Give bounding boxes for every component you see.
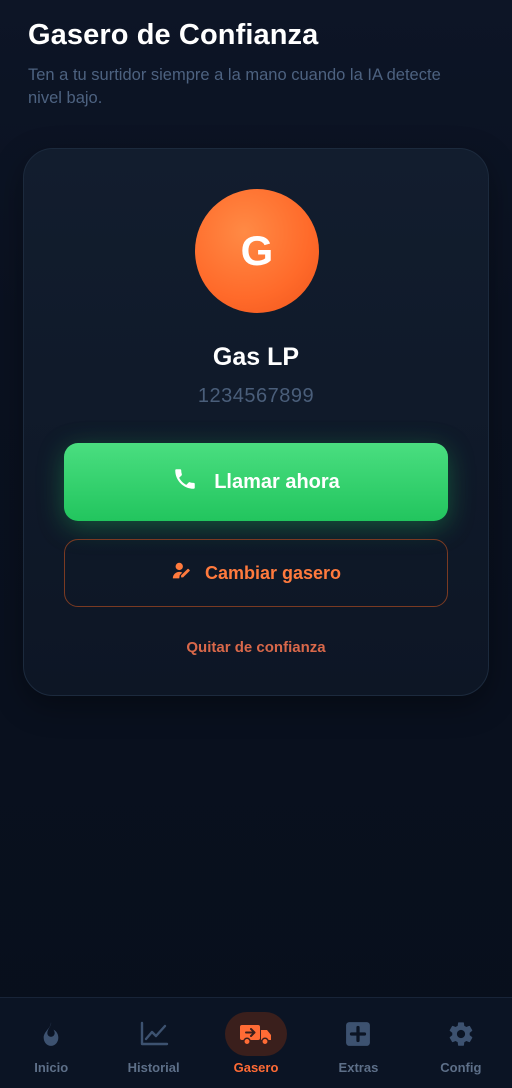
header: Gasero de Confianza Ten a tu surtidor si…: [0, 0, 512, 110]
gasero-card: G Gas LP 1234567899 Llamar ahora Cambiar…: [23, 148, 489, 696]
nav-label-inicio: Inicio: [34, 1060, 69, 1075]
nav-label-historial: Historial: [127, 1060, 180, 1075]
nav-item-historial[interactable]: Historial: [102, 998, 204, 1088]
chart-line-icon: [123, 1012, 185, 1056]
nav-label-extras: Extras: [338, 1060, 379, 1075]
truck-icon: [225, 1012, 288, 1056]
avatar: G: [195, 189, 319, 313]
call-button-label: Llamar ahora: [214, 470, 340, 493]
user-edit-icon: [171, 560, 193, 587]
change-gasero-button[interactable]: Cambiar gasero: [64, 539, 448, 607]
nav-label-config: Config: [440, 1060, 482, 1075]
gasero-name: Gas LP: [212, 343, 300, 371]
remove-trusted-link[interactable]: Quitar de confianza: [24, 639, 488, 656]
gear-icon: [430, 1012, 492, 1056]
flame-icon: [20, 1012, 82, 1056]
page-title: Gasero de Confianza: [28, 19, 319, 51]
nav-item-gasero[interactable]: Gasero: [205, 998, 307, 1088]
nav-item-config[interactable]: Config: [410, 998, 512, 1088]
phone-icon: [172, 466, 198, 498]
avatar-initial: G: [240, 227, 274, 274]
gasero-phone: 1234567899: [197, 385, 315, 407]
plus-square-icon: [327, 1012, 389, 1056]
change-gasero-label: Cambiar gasero: [204, 562, 342, 583]
screen: Gasero de Confianza Ten a tu surtidor si…: [0, 0, 512, 1088]
page-subtitle: Ten a tu surtidor siempre a la mano cuan…: [28, 66, 441, 107]
nav-label-gasero: Gasero: [233, 1060, 279, 1075]
call-button[interactable]: Llamar ahora: [64, 443, 448, 521]
nav-item-inicio[interactable]: Inicio: [0, 998, 102, 1088]
nav-item-extras[interactable]: Extras: [307, 998, 409, 1088]
bottom-nav: Inicio Historial Gasero Extras Config: [0, 997, 512, 1088]
